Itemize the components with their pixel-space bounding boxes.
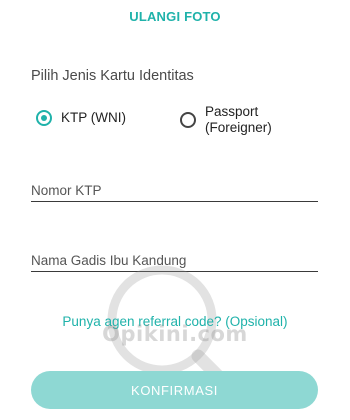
ktp-number-input[interactable] (31, 181, 318, 199)
radio-passport-label: Passport (Foreigner) (205, 104, 272, 136)
radio-ktp[interactable]: KTP (WNI) (36, 110, 126, 126)
radio-unchecked-icon (180, 112, 196, 128)
radio-ktp-label: KTP (WNI) (61, 110, 126, 125)
radio-passport-label-line1: Passport (205, 104, 259, 119)
radio-checked-icon (36, 110, 52, 126)
retake-photo-link[interactable]: ULANGI FOTO (0, 9, 350, 24)
radio-passport[interactable]: Passport (Foreigner) (180, 104, 272, 136)
ktp-number-field (31, 181, 318, 202)
radio-passport-label-line2: (Foreigner) (205, 120, 272, 135)
referral-code-link[interactable]: Punya agen referral code? (Opsional) (0, 314, 350, 329)
mother-name-input[interactable] (31, 251, 318, 269)
mother-name-field (31, 251, 318, 272)
id-type-title: Pilih Jenis Kartu Identitas (31, 68, 194, 84)
confirm-button[interactable]: KONFIRMASI (31, 371, 318, 409)
